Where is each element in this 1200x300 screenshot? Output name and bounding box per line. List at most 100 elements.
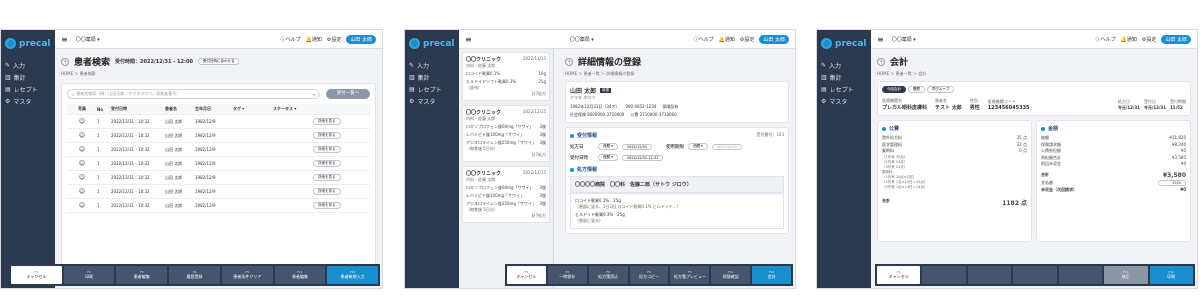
fkey-blank-button[interactable]: [922, 266, 966, 284]
cell-dob: 1982/12/9: [195, 147, 216, 152]
clinic-card[interactable]: 〇〇クリニック 2022/12/15 内科・佐藤 太郎 ロキソプロフェン錠60mg「サ…: [462, 105, 550, 162]
recv-input[interactable]: 2022/12/31-12:31: [621, 154, 664, 161]
back-button[interactable]: ‹: [877, 57, 885, 66]
accept-list-button[interactable]: 受付一覧へ: [326, 89, 370, 99]
notice-link[interactable]: 🔔通知: [1121, 36, 1137, 43]
notice-link[interactable]: 🔔通知: [306, 36, 322, 43]
fkey-F11-button[interactable]: F11 保険確認: [711, 266, 751, 284]
fkey-F4-button[interactable]: F4 処方コピー: [629, 266, 669, 284]
fkey-F1-button[interactable]: F1 キャンセル: [11, 266, 62, 284]
fkey-F11-button[interactable]: F11 患者編集: [274, 266, 326, 284]
function-key-bar: F1 キャンセル F2 印刷 F3 患者編集 F4 履歴登録 F5 患者条件クリア F11 患者編集 F…: [9, 264, 380, 286]
nav-label: レセプト: [417, 86, 442, 94]
fkey-F3-button[interactable]: F3 患者編集: [116, 266, 168, 284]
sidebar-item-input[interactable]: ✎ 入力: [817, 59, 871, 71]
detail-button[interactable]: 詳細を見る: [313, 146, 341, 153]
fkey-F12-button[interactable]: F12 印刷: [1149, 266, 1193, 284]
table-row: ☺ 1 2022/12/31 - 10:32 山田 太郎 1982/12/9 詳細を見る: [67, 143, 370, 157]
fkey-blank-button[interactable]: [967, 266, 1012, 284]
detail-button[interactable]: 詳細を見る: [313, 132, 341, 139]
user-menu[interactable]: 山田 太郎: [1161, 34, 1191, 44]
sidebar-item-receipt[interactable]: ▤ レセプト: [405, 83, 459, 95]
back-button[interactable]: ‹: [61, 57, 69, 66]
pharmacy-select[interactable]: 〇〇薬局 ▾: [570, 36, 594, 43]
sidebar-item-receipt[interactable]: ▤ レセプト: [1, 83, 55, 95]
fkey-code: F11: [727, 270, 734, 274]
nav-label: 集計: [829, 74, 842, 82]
rx-count: 計7処方: [531, 91, 546, 96]
main: ‹ 詳細情報の登録 HOME ＞ 患者一覧 ＞ 詳細情報の登録 山田 太郎 新患 …: [559, 49, 795, 288]
fkey-F12-button[interactable]: F12 患者新規入力: [327, 266, 379, 284]
detail-button[interactable]: 詳細を見る: [313, 118, 341, 125]
logo: precal: [405, 30, 459, 59]
recv-date: 令元/12/31: [1143, 105, 1166, 110]
expiry-input[interactable]: 2022/12/31: [711, 143, 743, 150]
era-select[interactable]: 西暦 ▾: [598, 154, 618, 161]
notice-link[interactable]: 🔔通知: [719, 36, 735, 43]
clinic-card[interactable]: 〇〇クリニック 2022/12/15 内科・佐藤 太郎 ロキソプロフェン錠60mg「サ…: [462, 166, 550, 223]
help-link[interactable]: ⓘヘルプ: [1096, 36, 1116, 43]
help-link[interactable]: ⓘヘルプ: [281, 36, 301, 43]
search-input[interactable]: ⌕ 患者名検索（例：山田太郎、ヤマダタロウ、保険者番号） ▾: [67, 89, 320, 99]
detail-button[interactable]: 詳細を見る: [313, 202, 341, 209]
settings-label: 設定: [331, 36, 342, 43]
fkey-F11-button[interactable]: F11 修正: [1104, 266, 1148, 284]
clinic-card[interactable]: 〇〇クリニック 2022/12/15 内科・佐藤 太郎 ロコイド軟膏0.1% 10g ヒル…: [462, 52, 550, 101]
kv-label: 前回未収金: [1041, 161, 1061, 166]
fkey-F1-button[interactable]: F1 キャンセル: [877, 266, 921, 284]
match-date-button[interactable]: 受付日時に合わせる: [197, 58, 240, 65]
sidebar-item-summary[interactable]: ▥ 集計: [405, 71, 459, 83]
sidebar-item-summary[interactable]: ▥ 集計: [1, 71, 55, 83]
era-select[interactable]: 西暦 ▾: [598, 143, 618, 150]
settings-link[interactable]: ⚙設定: [327, 36, 342, 43]
fkey-F3-button[interactable]: F3 処方箋読込: [588, 266, 628, 284]
fkey-blank-button[interactable]: [1013, 266, 1057, 284]
era-select[interactable]: 西暦 ▾: [688, 143, 708, 150]
notice-label: 通知: [724, 36, 735, 43]
accept-number: 受付番号：103: [756, 132, 784, 137]
fkey-blank-button[interactable]: [1058, 266, 1103, 284]
sidebar-item-master[interactable]: ⚙ マスタ: [817, 95, 871, 107]
fkey-F2-button[interactable]: F2 印刷: [63, 266, 115, 284]
sidebar-item-input[interactable]: ✎ 入力: [405, 59, 459, 71]
detail-button[interactable]: 詳細を見る: [313, 160, 341, 167]
fkey-F2-button[interactable]: F2 一時保存: [547, 266, 587, 284]
settings-link[interactable]: ⚙設定: [740, 36, 755, 43]
detail-button[interactable]: 詳細を見る: [313, 188, 341, 195]
back-button[interactable]: ‹: [565, 57, 573, 66]
detail-button[interactable]: 詳細を見る: [313, 174, 341, 181]
col-status[interactable]: ステータス ▾: [273, 106, 313, 112]
col-tag[interactable]: タグ ▾: [233, 106, 273, 112]
tab-current[interactable]: 今回会計: [882, 86, 906, 93]
menu-icon[interactable]: ≡: [877, 35, 884, 44]
user-menu[interactable]: 山田 太郎: [346, 34, 376, 44]
sidebar-item-master[interactable]: ⚙ マスタ: [405, 95, 459, 107]
fkey-label: 印刷: [85, 274, 94, 279]
menu-icon[interactable]: ≡: [465, 35, 472, 44]
menu-icon[interactable]: ≡: [61, 35, 68, 44]
fkey-F4-button[interactable]: F4 履歴登録: [169, 266, 220, 284]
fkey-F1-button[interactable]: F1 キャンセル: [507, 266, 546, 284]
sidebar-item-summary[interactable]: ▥ 集計: [817, 71, 871, 83]
fkey-F12-button[interactable]: F12 会計: [752, 266, 792, 284]
fkey-label: 処方箋読込: [598, 274, 619, 279]
rx-date-input[interactable]: 2022/12/31: [621, 143, 653, 150]
fkey-F5-button[interactable]: F5 患者条件クリア: [221, 266, 273, 284]
cell-no: 1: [97, 119, 100, 124]
settings-link[interactable]: ⚙設定: [1142, 36, 1157, 43]
user-menu[interactable]: 山田 太郎: [759, 34, 789, 44]
fkey-code: F3: [606, 270, 610, 274]
pharmacy-select[interactable]: 〇〇薬局 ▾: [892, 36, 916, 43]
sidebar-item-receipt[interactable]: ▤ レセプト: [817, 83, 871, 95]
sidebar-item-master[interactable]: ⚙ マスタ: [1, 95, 55, 107]
help-link[interactable]: ⓘヘルプ: [694, 36, 714, 43]
face-icon: ☺: [78, 174, 86, 181]
tab-history[interactable]: 履歴: [908, 86, 925, 93]
tab-group[interactable]: 同グループ: [927, 86, 955, 93]
paid-input[interactable]: 3580: [1158, 179, 1186, 186]
pharmacy-select[interactable]: 〇〇薬局 ▾: [76, 36, 100, 43]
clinic-date: 2022/12/15: [522, 56, 546, 61]
sidebar-item-input[interactable]: ✎ 入力: [1, 59, 55, 71]
fkey-F5-button[interactable]: F5 処方箋プレビュー: [670, 266, 710, 284]
fkey-code: F5: [688, 270, 692, 274]
